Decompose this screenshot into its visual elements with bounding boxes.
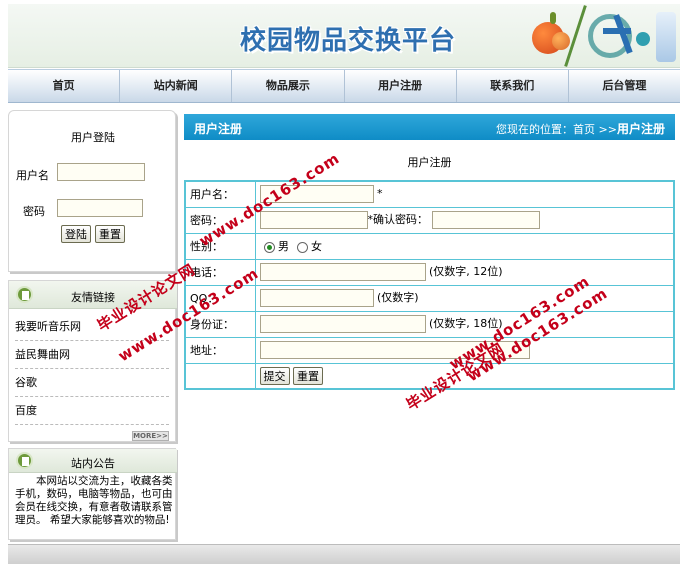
password-label: 密码：	[184, 206, 256, 234]
qq-input[interactable]	[259, 289, 374, 307]
login-title: 用户登陆	[71, 131, 115, 144]
password-input[interactable]	[259, 211, 368, 229]
gender-male-radio[interactable]	[263, 241, 275, 253]
login-box: 用户登陆 用户名 密码 登陆 重置	[8, 110, 176, 272]
form-row-password: 密码： *确认密码：	[184, 206, 675, 234]
gender-female-radio[interactable]	[296, 241, 308, 253]
more-button[interactable]: MORE>>	[132, 431, 169, 441]
breadcrumb-current: 用户注册	[616, 122, 665, 136]
required-mark: *	[377, 187, 383, 201]
nav-admin[interactable]: 后台管理	[569, 70, 680, 102]
login-username-label: 用户名	[16, 169, 49, 182]
main-nav: 首页 站内新闻 物品展示 用户注册 联系我们 后台管理	[8, 69, 680, 103]
submit-button[interactable]: 提交	[259, 366, 290, 385]
link-item[interactable]: 益民舞曲网	[15, 341, 169, 369]
header-banner: 校园物品交换平台	[8, 4, 680, 68]
username-label: 用户名：	[184, 180, 256, 208]
banner-illustration	[528, 4, 680, 67]
phone-input[interactable]	[259, 263, 426, 281]
login-password-input[interactable]	[57, 199, 143, 217]
notice-title: 站内公告	[71, 457, 115, 470]
nav-home[interactable]: 首页	[8, 70, 121, 102]
notice-box: 站内公告 本网站以交流为主，收藏各类手机，数码，电脑等物品，也可由会员在线交换，…	[8, 448, 177, 540]
username-input[interactable]	[259, 185, 374, 204]
form-row-gender: 性别： 男 女	[184, 232, 675, 260]
address-label: 地址：	[184, 336, 256, 364]
phone-label: 电话：	[184, 258, 256, 286]
nav-contact[interactable]: 联系我们	[457, 70, 569, 102]
left-sidebar: 用户登陆 用户名 密码 登陆 重置 友情链接 我要听音乐网 益民舞曲网 谷歌 百…	[8, 110, 177, 540]
content-title: 用户注册	[194, 122, 243, 136]
qq-label: QQ：	[184, 284, 256, 312]
site-title: 校园物品交换平台	[240, 26, 457, 56]
content-title-bar: 用户注册 您现在的位置：首页 >>用户注册	[184, 114, 675, 140]
register-form: 用户名： * 密码： *确认密码： 性别： 男 女 电话： (仅数字, 12位)…	[184, 180, 675, 390]
login-username-input[interactable]	[57, 163, 145, 181]
confirm-password-input[interactable]	[431, 211, 540, 229]
friend-links-title: 友情链接	[71, 291, 115, 304]
notice-header: 站内公告	[9, 449, 177, 473]
link-item[interactable]: 我要听音乐网	[15, 313, 169, 341]
notice-text: 本网站以交流为主，收藏各类手机，数码，电脑等物品，也可由会员在线交换，有意者敬请…	[15, 475, 173, 526]
form-row-phone: 电话： (仅数字, 12位)	[184, 258, 675, 286]
form-row-qq: QQ： (仅数字)	[184, 284, 675, 312]
breadcrumb: 您现在的位置：首页 >>用户注册	[496, 120, 665, 137]
id-input[interactable]	[259, 315, 426, 333]
link-item[interactable]: 百度	[15, 397, 169, 425]
qq-hint: (仅数字)	[377, 291, 419, 304]
id-hint: (仅数字, 18位)	[429, 317, 503, 330]
footer-bar	[8, 544, 680, 564]
link-item[interactable]: 谷歌	[15, 369, 169, 397]
id-label: 身份证：	[184, 310, 256, 338]
nav-news[interactable]: 站内新闻	[120, 70, 233, 102]
phone-hint: (仅数字, 12位)	[429, 265, 503, 278]
gender-label: 性别：	[184, 232, 256, 260]
nav-register[interactable]: 用户注册	[345, 70, 457, 102]
breadcrumb-prefix: 您现在的位置：首页 >>	[496, 123, 617, 136]
friend-links-box: 友情链接 我要听音乐网 益民舞曲网 谷歌 百度 MORE>>	[8, 280, 177, 442]
form-row-address: 地址：	[184, 336, 675, 364]
login-reset-button[interactable]: 重置	[95, 225, 125, 243]
gender-male-label: 男	[278, 240, 289, 253]
nav-items[interactable]: 物品展示	[232, 70, 345, 102]
friend-links-header: 友情链接	[9, 281, 177, 309]
form-row-username: 用户名： *	[184, 180, 675, 208]
login-button[interactable]: 登陆	[61, 225, 91, 243]
confirm-password-label: *确认密码：	[367, 213, 429, 226]
form-row-buttons: 提交 重置	[184, 362, 675, 390]
form-row-id: 身份证： (仅数字, 18位)	[184, 310, 675, 338]
gender-female-label: 女	[311, 240, 322, 253]
form-reset-button[interactable]: 重置	[293, 366, 323, 385]
address-input[interactable]	[259, 341, 530, 359]
login-password-label: 密码	[23, 205, 45, 218]
form-caption: 用户注册	[407, 156, 452, 169]
